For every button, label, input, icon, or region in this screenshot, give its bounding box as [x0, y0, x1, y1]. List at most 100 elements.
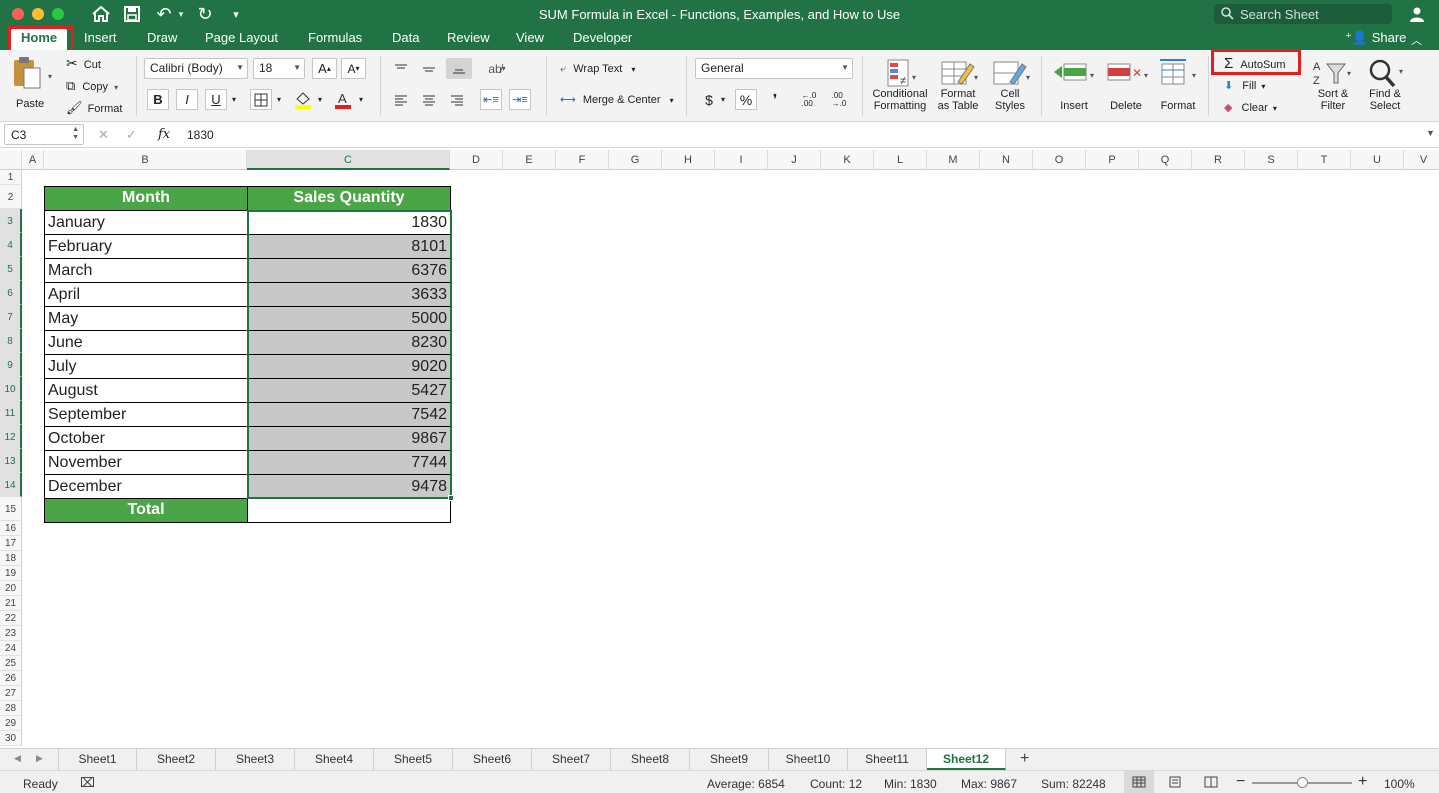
minimize-window-button[interactable]	[32, 8, 44, 20]
column-header-f[interactable]: F	[556, 150, 609, 170]
font-name-select[interactable]: Calibri (Body) ▼	[144, 58, 248, 79]
tab-draw[interactable]: Draw	[147, 30, 177, 45]
sales-quantity-cell[interactable]: 1830	[247, 210, 451, 235]
sheet-tab-sheet10[interactable]: Sheet10	[769, 749, 848, 770]
row-header-30[interactable]: 30	[0, 731, 22, 746]
row-header-8[interactable]: 8	[0, 329, 22, 353]
scroll-sheets-right-icon[interactable]: ▶	[36, 753, 43, 764]
italic-button[interactable]: I	[176, 89, 198, 110]
row-header-25[interactable]: 25	[0, 656, 22, 671]
month-cell[interactable]: November	[44, 450, 248, 475]
total-value-cell[interactable]	[247, 498, 451, 523]
tab-data[interactable]: Data	[392, 30, 419, 45]
align-right-button[interactable]	[446, 89, 468, 110]
conditional-formatting-button[interactable]: ≠ ▾ Conditional Formatting	[870, 58, 930, 118]
row-header-29[interactable]: 29	[0, 716, 22, 731]
zoom-window-button[interactable]	[52, 8, 64, 20]
redo-icon[interactable]: ↻	[194, 3, 216, 25]
merge-center-button[interactable]: ⟷ Merge & Center ▾	[560, 93, 674, 106]
page-break-view-button[interactable]	[1204, 776, 1218, 791]
currency-button[interactable]: $	[698, 89, 720, 110]
bold-button[interactable]: B	[147, 89, 169, 110]
clear-button[interactable]: ◆ Clear ▾	[1224, 101, 1277, 114]
fill-color-dropdown-icon[interactable]: ▾	[314, 89, 326, 110]
column-header-j[interactable]: J	[768, 150, 821, 170]
sales-quantity-cell[interactable]: 8230	[247, 330, 451, 355]
borders-button[interactable]	[250, 89, 272, 110]
sheet-tab-sheet5[interactable]: Sheet5	[374, 749, 453, 770]
month-cell[interactable]: July	[44, 354, 248, 379]
month-cell[interactable]: March	[44, 258, 248, 283]
align-middle-button[interactable]	[418, 58, 440, 79]
sheet-tab-sheet9[interactable]: Sheet9	[690, 749, 769, 770]
row-header-13[interactable]: 13	[0, 449, 22, 473]
row-header-28[interactable]: 28	[0, 701, 22, 716]
header-month-cell[interactable]: Month	[44, 186, 248, 211]
percent-button[interactable]: %	[735, 89, 757, 110]
align-center-button[interactable]	[418, 89, 440, 110]
tab-view[interactable]: View	[516, 30, 544, 45]
sort-filter-button[interactable]: AZ ▾ Sort & Filter	[1310, 58, 1356, 118]
row-header-23[interactable]: 23	[0, 626, 22, 641]
column-header-n[interactable]: N	[980, 150, 1033, 170]
column-header-k[interactable]: K	[821, 150, 874, 170]
format-as-table-button[interactable]: ▾ Format as Table	[932, 58, 984, 118]
fill-handle[interactable]	[448, 495, 454, 501]
format-painter-button[interactable]: 🖌 Format	[66, 100, 122, 116]
scroll-sheets-left-icon[interactable]: ◀	[14, 753, 21, 764]
row-header-9[interactable]: 9	[0, 353, 22, 377]
column-header-l[interactable]: L	[874, 150, 927, 170]
zoom-slider-thumb[interactable]	[1297, 777, 1308, 788]
row-header-11[interactable]: 11	[0, 401, 22, 425]
format-cells-button[interactable]: ▾ Format	[1154, 58, 1202, 118]
page-layout-view-button[interactable]	[1168, 776, 1182, 791]
column-header-e[interactable]: E	[503, 150, 556, 170]
wrap-text-button[interactable]: ⤶ Wrap Text ▾	[560, 63, 635, 76]
row-header-22[interactable]: 22	[0, 611, 22, 626]
increase-font-size-button[interactable]: A ▴	[312, 58, 337, 79]
sales-quantity-cell[interactable]: 8101	[247, 234, 451, 259]
formula-input[interactable]: 1830	[187, 128, 214, 142]
align-left-button[interactable]	[390, 89, 412, 110]
column-header-m[interactable]: M	[927, 150, 980, 170]
cut-button[interactable]: ✂ Cut	[66, 55, 101, 72]
zoom-in-button[interactable]: +	[1358, 773, 1367, 791]
tab-review[interactable]: Review	[447, 30, 490, 45]
zoom-out-button[interactable]: −	[1236, 773, 1245, 791]
sheet-tab-sheet11[interactable]: Sheet11	[848, 749, 927, 770]
sales-quantity-cell[interactable]: 7542	[247, 402, 451, 427]
font-color-dropdown-icon[interactable]: ▾	[355, 89, 367, 110]
collapse-ribbon-icon[interactable]: ︿	[1411, 32, 1422, 48]
tab-formulas[interactable]: Formulas	[308, 30, 362, 45]
save-icon[interactable]	[121, 3, 143, 25]
row-header-26[interactable]: 26	[0, 671, 22, 686]
row-header-6[interactable]: 6	[0, 281, 22, 305]
insert-cells-button[interactable]: ▾ Insert	[1050, 58, 1098, 118]
find-select-button[interactable]: ▾ Find & Select	[1362, 58, 1408, 118]
column-header-o[interactable]: O	[1033, 150, 1086, 170]
row-header-1[interactable]: 1	[0, 170, 22, 185]
fill-color-button[interactable]	[292, 89, 314, 110]
sheet-tab-sheet6[interactable]: Sheet6	[453, 749, 532, 770]
row-header-12[interactable]: 12	[0, 425, 22, 449]
row-header-20[interactable]: 20	[0, 581, 22, 596]
column-header-c[interactable]: C	[247, 150, 450, 170]
row-header-7[interactable]: 7	[0, 305, 22, 329]
sales-quantity-cell[interactable]: 5000	[247, 306, 451, 331]
column-header-r[interactable]: R	[1192, 150, 1245, 170]
month-cell[interactable]: April	[44, 282, 248, 307]
sales-quantity-cell[interactable]: 9478	[247, 474, 451, 499]
column-header-h[interactable]: H	[662, 150, 715, 170]
row-header-18[interactable]: 18	[0, 551, 22, 566]
month-cell[interactable]: September	[44, 402, 248, 427]
month-cell[interactable]: January	[44, 210, 248, 235]
column-header-b[interactable]: B	[44, 150, 247, 170]
expand-formula-bar-icon[interactable]: ▼	[1426, 128, 1435, 138]
month-cell[interactable]: May	[44, 306, 248, 331]
cell-styles-button[interactable]: ▾ Cell Styles	[986, 58, 1034, 118]
sales-quantity-cell[interactable]: 6376	[247, 258, 451, 283]
close-window-button[interactable]	[12, 8, 24, 20]
row-header-10[interactable]: 10	[0, 377, 22, 401]
select-all-corner[interactable]	[0, 150, 22, 170]
sheet-tab-sheet4[interactable]: Sheet4	[295, 749, 374, 770]
